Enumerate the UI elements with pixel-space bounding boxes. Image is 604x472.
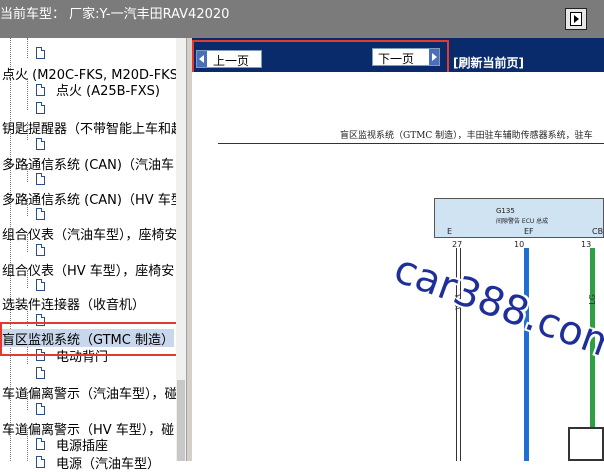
wire-label-lg: LG	[588, 294, 597, 305]
document-icon	[36, 102, 45, 114]
exit-door-icon	[570, 12, 582, 26]
document-icon	[36, 173, 45, 185]
document-icon	[36, 244, 45, 256]
document-icon	[36, 279, 45, 291]
diagram-caption: 盲区监视系统（GTMC 制造），丰田驻车辅助传感器系统，驻车	[340, 131, 593, 141]
tree-scrollbar-thumb[interactable]	[177, 380, 185, 461]
document-icon	[36, 84, 45, 96]
tree-item-can-gasoline[interactable]: 多路通信系统 (CAN)（汽油车	[2, 154, 174, 173]
pin-name: E	[447, 227, 453, 236]
document-icon	[36, 208, 45, 220]
window-title: 当前车型： 厂家:Y-一汽丰田RAV42020	[0, 7, 230, 22]
ecu-name: 间隙警告 ECU 总成	[496, 218, 549, 225]
tree-item-power-supply[interactable]: 电源（汽油车型）	[56, 453, 160, 472]
tree-item-meter-hv[interactable]: 组合仪表（HV 车型），座椅安	[2, 260, 174, 279]
document-icon	[36, 47, 45, 59]
document-icon	[36, 367, 45, 379]
exit-button[interactable]	[565, 8, 587, 30]
pin-number: 10	[514, 240, 525, 249]
document-icon	[36, 438, 45, 450]
tree-item-option-connector[interactable]: 选装件连接器（收音机）	[2, 294, 145, 313]
document-icon	[36, 456, 45, 468]
tree-item-power-outlet[interactable]: 电源插座	[56, 435, 108, 454]
tree-item-lane-departure-gasoline[interactable]: 车道偏离警示（汽油车型），碰	[2, 383, 178, 402]
tree-item-can-hv[interactable]: 多路通信系统 (CAN)（HV 车型	[2, 189, 184, 208]
title-bar: 当前车型： 厂家:Y-一汽丰田RAV42020	[0, 0, 604, 38]
pin-name: EF	[524, 227, 534, 236]
tree-item-ignition-a25b[interactable]: 点火 (A25B-FXS)	[56, 80, 160, 99]
tree-item-meter-gasoline[interactable]: 组合仪表（汽油车型），座椅安	[2, 224, 178, 243]
tree-item-key-reminder[interactable]: 钥匙提醒器（不带智能上车和起	[2, 118, 184, 137]
pin-name: CB	[592, 227, 604, 236]
selection-highlight-box	[0, 322, 183, 356]
refresh-page-link[interactable]: [刷新当前页]	[453, 54, 524, 71]
ecu-code: G135	[496, 207, 515, 215]
document-icon	[36, 138, 45, 150]
caption-divider	[218, 143, 604, 144]
document-icon	[36, 403, 45, 415]
connector-symbol	[568, 427, 604, 461]
wire-blue	[524, 248, 529, 461]
